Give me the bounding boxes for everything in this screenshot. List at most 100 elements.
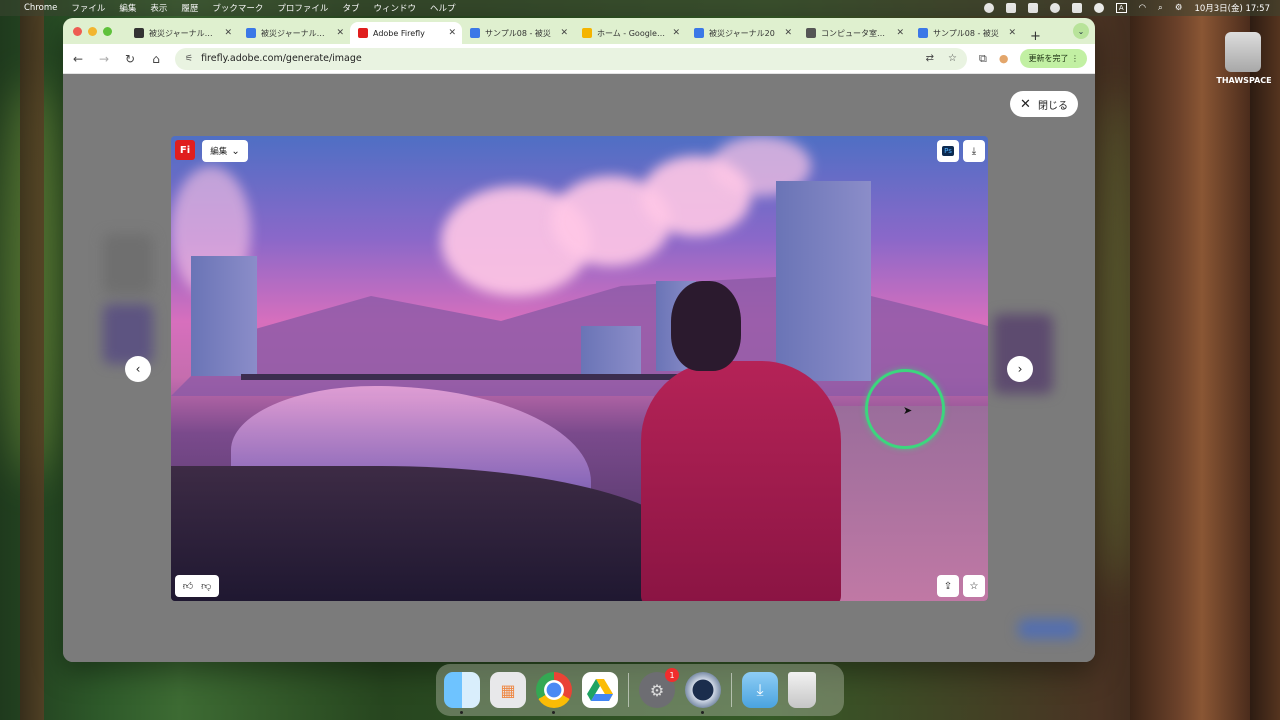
previous-image-button[interactable]: ‹ bbox=[125, 356, 151, 382]
url-text[interactable]: firefly.adobe.com/generate/image bbox=[201, 53, 362, 64]
menu-history[interactable]: 履歴 bbox=[181, 2, 198, 14]
thumbs-down-icon[interactable]: 👎︎ bbox=[201, 580, 211, 592]
tab-close-icon[interactable]: ✕ bbox=[560, 28, 568, 38]
tab-4[interactable]: ホーム - Google ドラ ✕ bbox=[574, 22, 686, 44]
edit-dropdown[interactable]: 編集 ⌄ bbox=[202, 140, 248, 162]
menu-app-name[interactable]: Chrome bbox=[24, 3, 57, 13]
zoom-window-button[interactable] bbox=[103, 26, 112, 36]
tab-5[interactable]: 被災ジャーナル20 ✕ bbox=[686, 22, 798, 44]
launchpad-icon[interactable]: ▦ bbox=[490, 672, 526, 708]
quicktime-icon[interactable] bbox=[685, 672, 721, 714]
tab-close-icon[interactable]: ✕ bbox=[672, 28, 680, 38]
reload-button[interactable]: ↻ bbox=[123, 52, 137, 66]
tab-favicon-icon bbox=[470, 28, 480, 38]
tab-favicon-icon bbox=[582, 28, 592, 38]
finder-icon[interactable] bbox=[444, 672, 480, 714]
menu-bookmarks[interactable]: ブックマーク bbox=[212, 2, 263, 14]
thumbs-up-icon[interactable]: 👍︎ bbox=[183, 580, 193, 592]
tab-close-icon[interactable]: ✕ bbox=[224, 28, 232, 38]
update-button[interactable]: 更新を完了 ⋮ bbox=[1020, 49, 1087, 68]
menu-tab[interactable]: タブ bbox=[342, 2, 359, 14]
new-tab-button[interactable]: + bbox=[1030, 29, 1041, 44]
menu-file[interactable]: ファイル bbox=[71, 2, 105, 14]
menu-clock[interactable]: 10月3日(金) 17:57 bbox=[1194, 2, 1270, 14]
bookmark-star-icon[interactable]: ☆ bbox=[948, 53, 957, 64]
back-button[interactable]: ← bbox=[71, 52, 85, 66]
address-bar[interactable]: ⚟ firefly.adobe.com/generate/image ⇄ ☆ bbox=[175, 47, 967, 70]
tab-2[interactable]: Adobe Firefly ✕ bbox=[350, 22, 462, 44]
close-window-button[interactable] bbox=[73, 26, 82, 36]
tab-close-icon[interactable]: ✕ bbox=[784, 28, 792, 38]
tab-title: コンピュータ室への bbox=[821, 28, 892, 38]
menu-edit[interactable]: 編集 bbox=[119, 2, 136, 14]
notification-badge: 1 bbox=[665, 668, 679, 682]
next-image-button[interactable]: › bbox=[1007, 356, 1033, 382]
share-button[interactable]: ⇪ bbox=[937, 575, 959, 597]
tab-title: サンプル08 - 被災 bbox=[485, 28, 551, 38]
tab-6[interactable]: コンピュータ室への ✕ bbox=[798, 22, 910, 44]
extensions-icon[interactable]: ⧉ bbox=[979, 52, 987, 66]
edit-dropdown-label: 編集 bbox=[210, 147, 228, 157]
forward-button[interactable]: → bbox=[97, 52, 111, 66]
tab-title: Adobe Firefly bbox=[373, 28, 425, 38]
tab-close-icon[interactable]: ✕ bbox=[336, 28, 344, 38]
downloads-folder-icon[interactable]: ⤓ bbox=[742, 672, 778, 708]
tab-close-icon[interactable]: ✕ bbox=[448, 28, 456, 38]
upload-status-icon[interactable] bbox=[1005, 3, 1016, 13]
drive-icon[interactable] bbox=[1225, 32, 1261, 72]
menu-view[interactable]: 表示 bbox=[150, 2, 167, 14]
person-figure bbox=[641, 361, 841, 601]
menu-profiles[interactable]: プロファイル bbox=[277, 2, 328, 14]
screen-status-icon[interactable] bbox=[1027, 3, 1038, 13]
rating-buttons: 👍︎ 👎︎ bbox=[175, 575, 219, 597]
record-status-icon[interactable] bbox=[983, 3, 994, 13]
profile-avatar-icon[interactable]: ● bbox=[999, 52, 1009, 65]
download-icon: ⤓ bbox=[971, 145, 977, 157]
tab-favicon-icon bbox=[358, 28, 368, 38]
tab-7[interactable]: サンプル08 - 被災 ✕ bbox=[910, 22, 1022, 44]
close-viewer-label: 閉じる bbox=[1037, 100, 1068, 112]
chrome-icon[interactable] bbox=[536, 672, 572, 714]
tab-favicon-icon bbox=[246, 28, 256, 38]
tab-search-chevron-icon[interactable]: ⌄ bbox=[1073, 23, 1089, 39]
menu-help[interactable]: ヘルプ bbox=[430, 2, 456, 14]
menu-window[interactable]: ウィンドウ bbox=[373, 2, 416, 14]
moon-status-icon[interactable] bbox=[1093, 3, 1104, 13]
download-button[interactable]: ⤓ bbox=[963, 140, 985, 162]
translate-icon[interactable]: ⇄ bbox=[926, 53, 934, 64]
blurred-card bbox=[103, 304, 153, 364]
minimize-window-button[interactable] bbox=[88, 26, 97, 36]
home-button[interactable]: ⌂ bbox=[149, 52, 163, 66]
trash-icon[interactable] bbox=[788, 672, 816, 708]
blurred-button bbox=[1018, 619, 1078, 639]
wifi-icon[interactable]: ◠ bbox=[1139, 3, 1146, 13]
open-in-photoshop-button[interactable]: Ps bbox=[937, 140, 959, 162]
tab-strip: 被災ジャーナル用画 ✕ 被災ジャーナル画像 ✕ Adobe Firefly ✕ サンプ… bbox=[63, 18, 1095, 44]
tab-title: 被災ジャーナル画像 bbox=[261, 28, 332, 38]
system-settings-icon[interactable]: ⚙ 1 bbox=[639, 668, 679, 708]
generated-image[interactable]: ➤ Fi 編集 ⌄ Ps ⤓ 👍︎ 👎︎ ⇪ ☆ bbox=[171, 136, 988, 601]
tab-favicon-icon bbox=[918, 28, 928, 38]
site-info-icon[interactable]: ⚟ bbox=[185, 54, 193, 64]
tab-title: ホーム - Google ドラ bbox=[597, 28, 668, 38]
tab-0[interactable]: 被災ジャーナル用画 ✕ bbox=[126, 22, 238, 44]
tab-title: サンプル08 - 被災 bbox=[933, 28, 999, 38]
input-source-indicator[interactable]: A bbox=[1115, 3, 1127, 13]
tab-close-icon[interactable]: ✕ bbox=[896, 28, 904, 38]
tools-status-icon[interactable] bbox=[1071, 3, 1082, 13]
spotlight-search-icon[interactable]: ⌕ bbox=[1158, 3, 1163, 13]
google-drive-icon[interactable] bbox=[582, 672, 618, 708]
firefly-logo: Fi bbox=[175, 140, 195, 160]
tab-favicon-icon bbox=[694, 28, 704, 38]
chevron-down-icon: ⌄ bbox=[231, 145, 240, 157]
tab-1[interactable]: 被災ジャーナル画像 ✕ bbox=[238, 22, 350, 44]
close-viewer-button[interactable]: ✕ 閉じる bbox=[1010, 91, 1078, 117]
blurred-card bbox=[103, 234, 153, 294]
tab-close-icon[interactable]: ✕ bbox=[1008, 28, 1016, 38]
dock: ▦ ⚙ 1 ⤓ bbox=[436, 664, 844, 716]
tab-3[interactable]: サンプル08 - 被災 ✕ bbox=[462, 22, 574, 44]
control-center-icon[interactable]: ⚙ bbox=[1175, 3, 1183, 13]
close-icon: ✕ bbox=[1020, 96, 1031, 112]
cat-status-icon[interactable] bbox=[1049, 3, 1060, 13]
favorite-button[interactable]: ☆ bbox=[963, 575, 985, 597]
